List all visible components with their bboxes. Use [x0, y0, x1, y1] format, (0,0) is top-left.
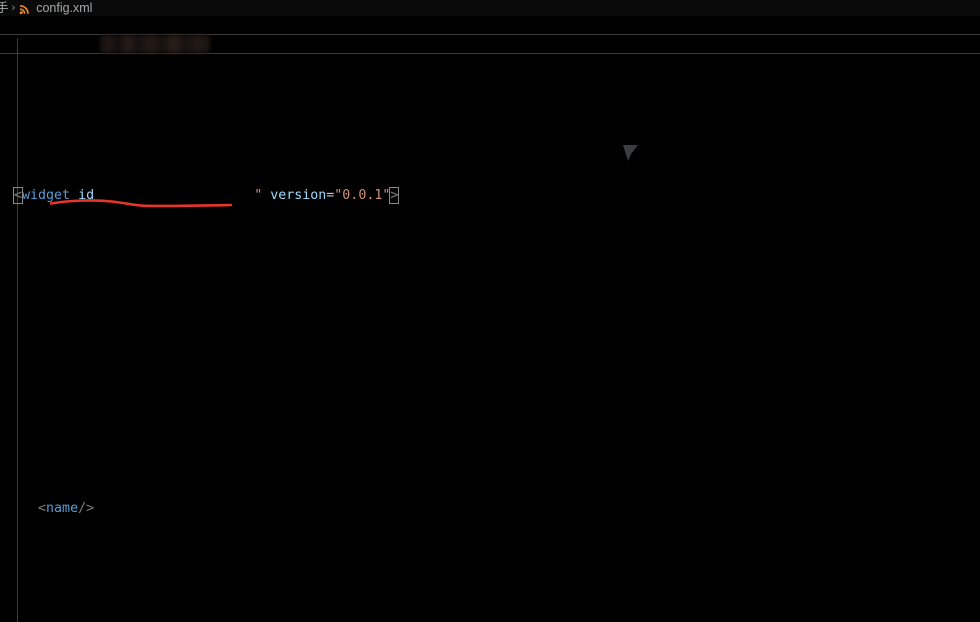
tag-widget: widget [22, 188, 71, 203]
bracket-match-close: > [389, 187, 400, 204]
slash-gt: /> [78, 501, 95, 516]
line-spacer [0, 320, 980, 338]
breadcrumb: 手 › config.xml [0, 0, 980, 16]
code-content[interactable]: <widget id " version="0.0.1"> <name/> <d… [0, 16, 980, 622]
breadcrumb-folder[interactable]: 手 [0, 0, 9, 16]
code-line-2[interactable]: <name/> [0, 490, 980, 528]
attr-id: id [78, 188, 95, 203]
attr-version: version [270, 188, 327, 203]
attr-version-value: "0.0.1" [334, 188, 391, 203]
xml-rss-icon [19, 3, 31, 15]
breadcrumb-file-label[interactable]: config.xml [36, 0, 92, 16]
breadcrumb-separator-icon: › [11, 2, 16, 14]
redacted-widget-id [100, 35, 210, 53]
code-editor[interactable]: <widget id " version="0.0.1"> <name/> <d… [0, 16, 980, 622]
lt: < [38, 501, 47, 516]
tag-name: name [46, 501, 79, 516]
code-line-1[interactable]: <widget id " version="0.0.1"> [0, 186, 980, 206]
redacted-spacer [94, 188, 254, 203]
bracket-match-open: < [12, 187, 24, 204]
